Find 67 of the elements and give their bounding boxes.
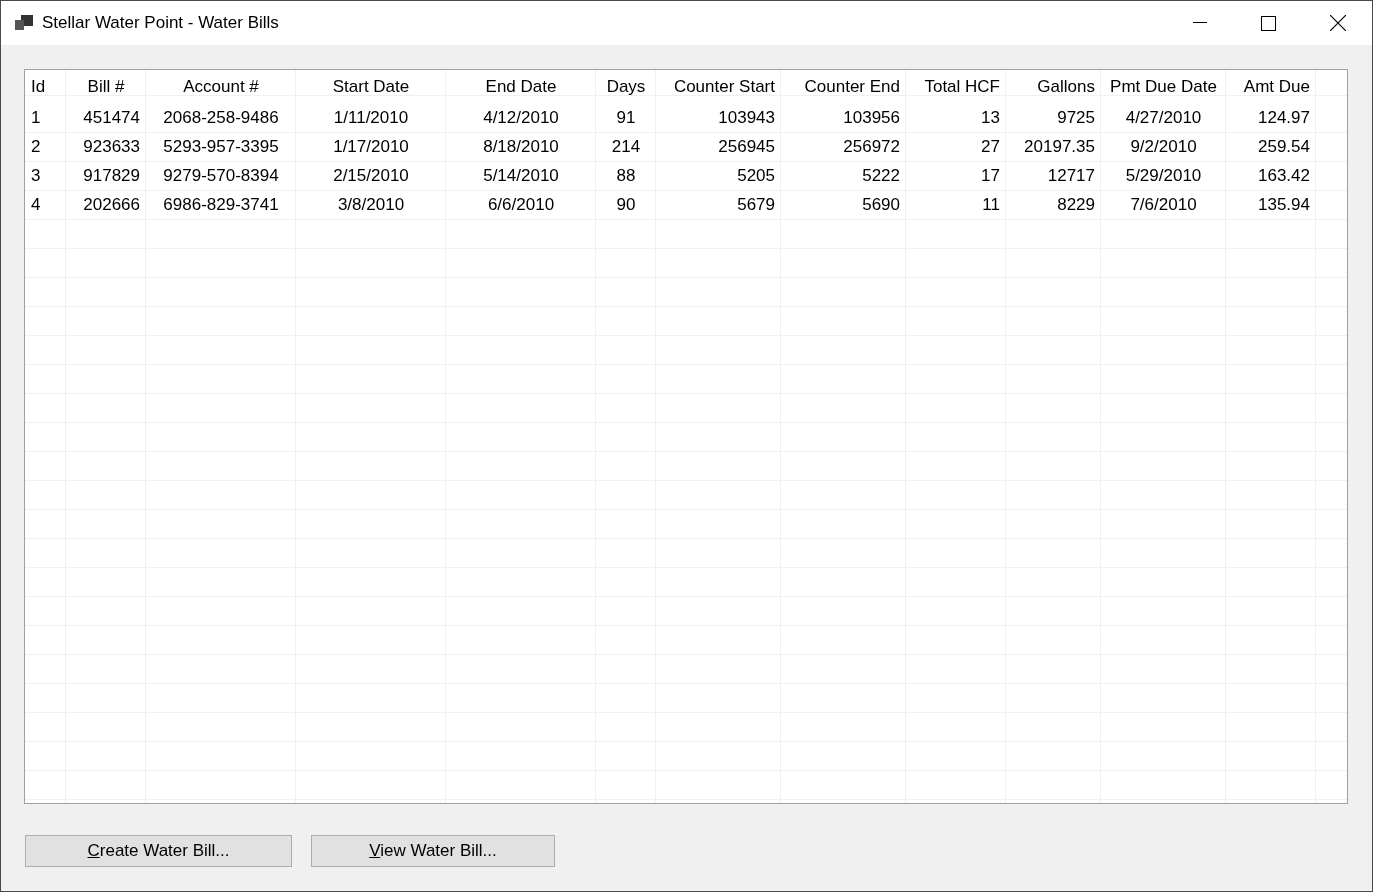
view-bill-button[interactable]: View Water Bill...	[311, 835, 555, 867]
table-cell-text: 256945	[717, 136, 776, 158]
table-cell-text: 7/6/2010	[1129, 194, 1198, 216]
table-cell-text: 12717	[1046, 165, 1096, 187]
table-cell-text: 5293-957-3395	[162, 136, 280, 158]
table-cell-text: 2	[30, 136, 42, 158]
table-cell-text: 5222	[861, 165, 901, 187]
table-cell-text: 163.42	[1257, 165, 1311, 187]
column-header[interactable]: Amt Due	[1226, 70, 1316, 104]
minimize-icon[interactable]	[1192, 22, 1207, 24]
close-icon[interactable]	[1329, 15, 1346, 31]
column-header[interactable]: Bill #	[66, 70, 146, 104]
table-cell-text: 3	[30, 165, 42, 187]
column-header[interactable]: Days	[596, 70, 656, 104]
window-title: Stellar Water Point - Water Bills	[42, 13, 279, 33]
column-header[interactable]: Start Date	[296, 70, 446, 104]
maximize-icon[interactable]	[1261, 15, 1276, 31]
table-cell-text: 2068-258-9486	[162, 107, 280, 129]
table-cell-text: 1/17/2010	[332, 136, 410, 158]
table-cell-text: 11	[981, 194, 1001, 216]
column-header[interactable]: End Date	[446, 70, 596, 104]
table-cell-text: 88	[615, 165, 637, 187]
table-cell-text: 5205	[736, 165, 776, 187]
table-cell-text: 5/29/2010	[1124, 165, 1203, 187]
table-cell-text: 8229	[1056, 194, 1096, 216]
table-cell-text: 27	[980, 136, 1001, 158]
table-cell-text: 2/15/2010	[332, 165, 410, 187]
table-cell-text: 256972	[842, 136, 901, 158]
table-cell-text: 214	[610, 136, 642, 158]
table-cell-text: 9725	[1056, 107, 1096, 129]
table-cell-text: 135.94	[1257, 194, 1311, 216]
table-cell-text: 4	[30, 194, 42, 216]
table-cell-text: 9279-570-8394	[162, 165, 280, 187]
table-cell-text: 103956	[842, 107, 901, 129]
table-cell-text: 917829	[82, 165, 141, 187]
table-cell-text: 124.97	[1257, 107, 1311, 129]
table-cell-text: 5/14/2010	[482, 165, 560, 187]
table-cell-text: 103943	[717, 107, 776, 129]
table-cell-text: 451474	[82, 107, 141, 129]
table-cell-text: 4/12/2010	[482, 107, 560, 129]
table-cell-text: 1/11/2010	[332, 107, 410, 129]
table-cell-text: 13	[980, 107, 1001, 129]
table-cell-text: 5679	[736, 194, 776, 216]
table-cell-text: 6/6/2010	[486, 194, 556, 216]
table-cell-text: 8/18/2010	[482, 136, 560, 158]
column-header[interactable]: Id	[25, 70, 66, 104]
column-header[interactable]: Pmt Due Date	[1101, 70, 1226, 104]
table-cell-text: 20197.35	[1023, 136, 1096, 158]
app-icon	[15, 15, 34, 31]
column-header[interactable]: Counter End	[781, 70, 906, 104]
column-header[interactable]: Gallons	[1006, 70, 1101, 104]
column-header[interactable]: Total HCF	[906, 70, 1006, 104]
column-header[interactable]: Account #	[146, 70, 296, 104]
create-bill-button[interactable]: Create Water Bill...	[25, 835, 292, 867]
table-cell-text: 3/8/2010	[336, 194, 406, 216]
table-cell-text: 91	[615, 107, 637, 129]
table-cell-text: 259.54	[1257, 136, 1311, 158]
column-header[interactable]: Counter Start	[656, 70, 781, 104]
table-cell-text: 1	[30, 107, 42, 129]
table-cell-text: 17	[980, 165, 1001, 187]
table-cell-text: 6986-829-3741	[162, 194, 280, 216]
table-cell-text: 90	[615, 194, 637, 216]
table-cell-text: 5690	[861, 194, 901, 216]
table-cell-text: 4/27/2010	[1124, 107, 1203, 129]
table-cell-text: 202666	[82, 194, 141, 216]
table-cell-text: 923633	[82, 136, 141, 158]
table-cell-text: 9/2/2010	[1129, 136, 1198, 158]
